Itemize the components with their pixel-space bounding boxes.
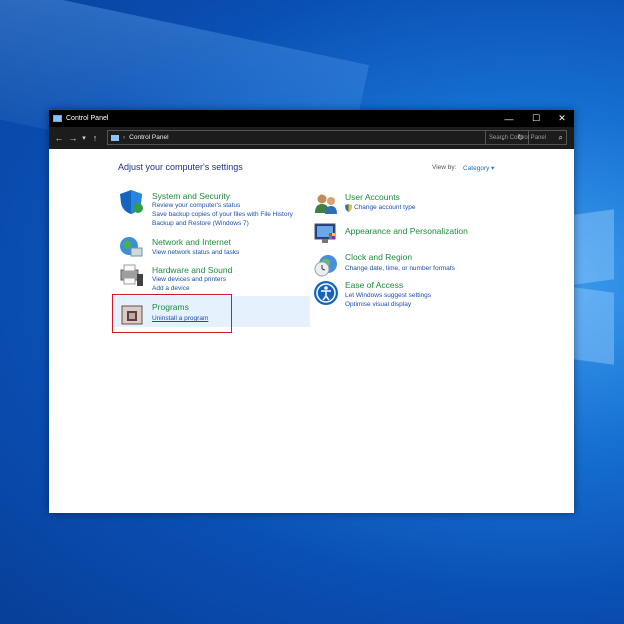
printer-speaker-icon[interactable] bbox=[118, 262, 144, 288]
view-by-label: View by: bbox=[432, 164, 457, 171]
windows-logo-wallpaper bbox=[574, 209, 624, 382]
users-icon[interactable] bbox=[313, 191, 339, 217]
page-title: Adjust your computer's settings bbox=[118, 162, 243, 172]
category-ease-of-access[interactable]: Ease of Access bbox=[345, 280, 403, 290]
link-date-time-formats[interactable]: Change date, time, or number formats bbox=[345, 265, 455, 272]
control-panel-window: Control Panel — ☐ ✕ ← → ▾ ↑ › Control Pa… bbox=[49, 110, 574, 513]
link-change-account-type[interactable]: Change account type bbox=[354, 204, 415, 211]
uac-shield-icon bbox=[345, 204, 352, 212]
category-system-and-security[interactable]: System and Security bbox=[152, 191, 230, 201]
window-title: Control Panel bbox=[66, 115, 109, 122]
title-bar[interactable]: Control Panel — ☐ ✕ bbox=[49, 110, 574, 127]
ease-of-access-icon[interactable] bbox=[313, 280, 339, 306]
link-windows-suggest-settings[interactable]: Let Windows suggest settings bbox=[345, 292, 431, 299]
forward-arrow-icon[interactable]: → bbox=[66, 133, 80, 143]
monitor-palette-icon[interactable] bbox=[313, 221, 339, 247]
breadcrumb-control-panel[interactable]: Control Panel bbox=[129, 134, 168, 141]
control-panel-icon bbox=[53, 115, 62, 122]
link-devices-printers[interactable]: View devices and printers bbox=[152, 276, 226, 283]
maximize-button[interactable]: ☐ bbox=[523, 110, 549, 127]
category-hardware-and-sound[interactable]: Hardware and Sound bbox=[152, 265, 232, 275]
highlight-annotation-box bbox=[112, 294, 232, 333]
breadcrumb-separator-icon[interactable]: › bbox=[123, 134, 125, 141]
category-user-accounts[interactable]: User Accounts bbox=[345, 192, 400, 202]
clock-globe-icon[interactable] bbox=[313, 252, 339, 278]
close-button[interactable]: ✕ bbox=[549, 110, 575, 127]
category-appearance-and-personalization[interactable]: Appearance and Personalization bbox=[345, 226, 468, 236]
link-add-device[interactable]: Add a device bbox=[152, 285, 190, 292]
search-icon[interactable]: ⌕ bbox=[559, 133, 563, 143]
address-toolbar: ← → ▾ ↑ › Control Panel ⌄ ↻ Search Contr… bbox=[49, 127, 574, 149]
address-bar[interactable]: › Control Panel ⌄ ↻ bbox=[107, 130, 529, 145]
recent-locations-icon[interactable]: ▾ bbox=[80, 134, 88, 142]
category-network-and-internet[interactable]: Network and Internet bbox=[152, 237, 231, 247]
link-network-status[interactable]: View network status and tasks bbox=[152, 249, 239, 256]
up-arrow-icon[interactable]: ↑ bbox=[88, 133, 102, 143]
search-placeholder: Search Control Panel bbox=[489, 134, 547, 141]
view-by-dropdown[interactable]: Category ▾ bbox=[463, 164, 494, 172]
back-arrow-icon[interactable]: ← bbox=[52, 133, 66, 143]
control-panel-small-icon bbox=[111, 134, 119, 141]
shield-icon[interactable] bbox=[118, 189, 144, 215]
content-area: Adjust your computer's settings View by:… bbox=[49, 149, 574, 513]
link-file-history[interactable]: Save backup copies of your files with Fi… bbox=[152, 211, 293, 218]
category-clock-and-region[interactable]: Clock and Region bbox=[345, 252, 412, 262]
network-globe-icon[interactable] bbox=[118, 234, 144, 260]
search-input[interactable]: Search Control Panel ⌕ bbox=[485, 130, 567, 145]
link-optimise-visual-display[interactable]: Optimise visual display bbox=[345, 301, 411, 308]
link-review-status[interactable]: Review your computer's status bbox=[152, 202, 240, 209]
minimize-button[interactable]: — bbox=[496, 110, 522, 127]
link-backup-restore[interactable]: Backup and Restore (Windows 7) bbox=[152, 220, 249, 227]
